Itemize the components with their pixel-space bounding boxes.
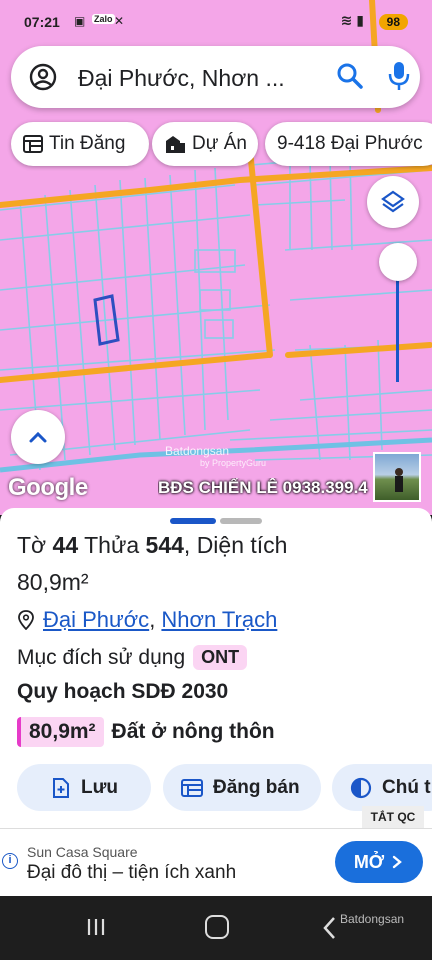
- thua-value: 544: [145, 532, 184, 558]
- parcel-info-sheet[interactable]: Tờ 44 Thửa 544, Diện tích 80,9m² Đại Phư…: [0, 508, 432, 828]
- battery-indicator: 98: [378, 14, 408, 30]
- chip-label: Tin Đăng: [49, 133, 126, 154]
- close-ad-button[interactable]: TẮT QC: [362, 806, 424, 828]
- parcel-title: Tờ 44 Thửa 544, Diện tích: [17, 532, 288, 558]
- zalo-icon: Zalo: [92, 14, 115, 24]
- watermark-sub: by PropertyGuru: [200, 458, 267, 468]
- ad-open-button[interactable]: MỞ: [335, 841, 423, 883]
- purpose-code-badge: ONT: [193, 645, 248, 670]
- sheet-handle[interactable]: [220, 518, 262, 524]
- ad-brand: Sun Casa Square: [27, 844, 138, 860]
- nav-watermark: Batdongsan: [340, 912, 405, 926]
- search-bar[interactable]: Đại Phước, Nhơn ...: [11, 46, 420, 108]
- plan-row: 80,9m² Đất ở nông thôn: [17, 717, 275, 747]
- post-sale-label: Đăng bán: [213, 776, 300, 798]
- parcel-location: Đại Phước, Nhơn Trạch: [17, 607, 277, 633]
- thua-label: Thửa: [84, 532, 140, 558]
- buildings-icon: [166, 136, 185, 153]
- chip-label: Dự Án: [192, 133, 247, 154]
- post-sale-button[interactable]: Đăng bán: [163, 764, 321, 811]
- area-label: Diện tích: [196, 532, 288, 558]
- plan-type: Đất ở nông thôn: [111, 720, 275, 743]
- add-file-icon: [53, 777, 69, 798]
- home-icon[interactable]: [205, 915, 229, 939]
- agent-contact: BĐS CHIẾN LÊ 0938.399.4: [158, 478, 368, 497]
- agent-avatar[interactable]: [373, 452, 421, 502]
- parcel-area: 80,9m²: [17, 569, 89, 595]
- ad-banner[interactable]: i Sun Casa Square Đại đô thị – tiện ích …: [0, 828, 432, 896]
- listing-icon: [181, 778, 203, 797]
- to-label: Tờ: [17, 532, 47, 558]
- list-icon: [23, 135, 43, 153]
- note-label: Chú t: [382, 776, 431, 798]
- wifi-signal-icon: ≋ ▮: [340, 12, 364, 28]
- person-photo: [395, 468, 403, 492]
- recent-apps-icon[interactable]: [86, 917, 106, 937]
- land-use-purpose: Mục đích sử dụng ONT: [17, 645, 248, 670]
- location-pin-icon: [18, 610, 34, 630]
- save-button[interactable]: Lưu: [17, 764, 151, 811]
- google-attribution: Google: [8, 474, 88, 501]
- chip-tin-dang[interactable]: Tin Đăng: [11, 122, 149, 166]
- chip-du-an[interactable]: Dự Án: [152, 122, 258, 166]
- search-query[interactable]: Đại Phước, Nhơn ...: [78, 65, 328, 92]
- search-icon[interactable]: [336, 62, 364, 90]
- ad-open-label: MỞ: [353, 851, 385, 872]
- half-circle-icon: [350, 777, 372, 798]
- system-nav-bar: Batdongsan: [0, 896, 432, 960]
- watermark-logo: Batdongsan: [165, 444, 230, 458]
- ward-link[interactable]: Đại Phước: [43, 607, 149, 633]
- note-button[interactable]: Chú t: [332, 764, 432, 811]
- back-icon[interactable]: [320, 915, 340, 941]
- chip-parcel[interactable]: 9-418 Đại Phước: [265, 122, 432, 166]
- status-bar: 07:21 ▣ Zalo ✕ ≋ ▮ 98: [0, 0, 432, 46]
- info-icon[interactable]: i: [2, 853, 18, 869]
- chip-label: 9-418 Đại Phước: [277, 133, 423, 154]
- mute-icon: ✕: [114, 14, 125, 28]
- save-label: Lưu: [81, 776, 118, 798]
- chevron-up-icon: [29, 431, 47, 443]
- opacity-slider-knob[interactable]: [379, 243, 417, 281]
- expand-button[interactable]: [11, 410, 65, 464]
- account-icon[interactable]: [29, 63, 57, 91]
- plan-title: Quy hoạch SDĐ 2030: [17, 680, 229, 703]
- screenshot-icon: ▣: [74, 14, 86, 28]
- district-link[interactable]: Nhơn Trạch: [161, 607, 277, 633]
- plan-area-badge: 80,9m²: [17, 717, 104, 747]
- microphone-icon[interactable]: [386, 60, 412, 92]
- chevron-right-icon: [392, 855, 403, 869]
- purpose-label: Mục đích sử dụng: [17, 645, 186, 669]
- ad-text: Đại đô thị – tiện ích xanh: [27, 862, 237, 883]
- to-value: 44: [52, 532, 79, 558]
- sheet-handle-active[interactable]: [170, 518, 216, 524]
- layers-icon: [381, 190, 405, 213]
- status-time: 07:21: [24, 14, 60, 30]
- layers-button[interactable]: [367, 176, 419, 228]
